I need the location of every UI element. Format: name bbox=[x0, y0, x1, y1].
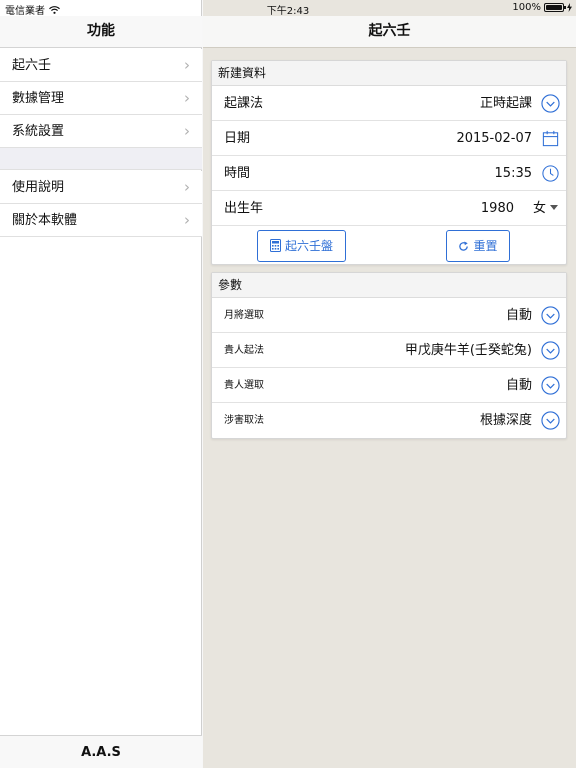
birth-year-label: 出生年 bbox=[224, 201, 264, 216]
gender-value: 女 bbox=[532, 201, 546, 216]
param-row-noble-select[interactable]: 貴人選取 自動 bbox=[212, 368, 566, 403]
dropdown-triangle-icon bbox=[550, 205, 558, 210]
chevron-down-circle-icon[interactable] bbox=[541, 411, 560, 430]
app-footer: A.A.S bbox=[0, 735, 202, 768]
param-row-month-general[interactable]: 月將選取 自動 bbox=[212, 298, 566, 333]
birth-year-row[interactable]: 出生年 1980 女 bbox=[212, 191, 566, 226]
sidebar-item-label: 使用說明 bbox=[12, 180, 65, 195]
chevron-right-icon: › bbox=[184, 178, 190, 196]
param-label: 月將選取 bbox=[224, 310, 264, 321]
params-card: 參數 月將選取 自動 貴人起法 甲戊庚牛羊(壬癸蛇兔) 貴人選取 自動 涉害取法… bbox=[211, 272, 567, 439]
param-row-harm-method[interactable]: 涉害取法 根據深度 bbox=[212, 403, 566, 438]
time-label: 時間 bbox=[224, 166, 251, 181]
master-pane: 功能 起六壬 › 數據管理 › 系統設置 › 使用說明 › 關於本軟體 › A.… bbox=[0, 0, 202, 768]
param-value: 甲戊庚牛羊(壬癸蛇兔) bbox=[404, 343, 532, 358]
param-label: 涉害取法 bbox=[224, 415, 264, 426]
sidebar-item-label: 系統設置 bbox=[12, 124, 65, 139]
date-label: 日期 bbox=[224, 131, 251, 146]
section-separator bbox=[0, 148, 202, 170]
param-label: 貴人起法 bbox=[224, 345, 264, 356]
method-value: 正時起課 bbox=[479, 96, 532, 111]
status-right: 100% bbox=[512, 2, 572, 13]
chevron-right-icon: › bbox=[184, 56, 190, 74]
page-title: 起六壬 bbox=[203, 16, 576, 48]
method-label: 起課法 bbox=[224, 96, 264, 111]
detail-pane: 起六壬 新建資料 起課法 正時起課 日期 2015-02-07 時間 15:35 bbox=[203, 0, 576, 768]
chevron-down-circle-icon[interactable] bbox=[541, 306, 560, 325]
sidebar-item-qi-liu-ren[interactable]: 起六壬 › bbox=[0, 49, 202, 82]
reset-label: 重置 bbox=[473, 239, 498, 253]
time-value: 15:35 bbox=[494, 166, 532, 181]
master-title: 功能 bbox=[0, 16, 202, 48]
chevron-right-icon: › bbox=[184, 122, 190, 140]
new-record-card: 新建資料 起課法 正時起課 日期 2015-02-07 時間 15:35 出生年… bbox=[211, 60, 567, 265]
action-row: 起六壬盤 重置 bbox=[212, 226, 566, 264]
date-row[interactable]: 日期 2015-02-07 bbox=[212, 121, 566, 156]
chevron-right-icon: › bbox=[184, 89, 190, 107]
param-value: 根據深度 bbox=[479, 413, 532, 428]
battery-fill bbox=[546, 5, 562, 10]
sidebar-item-label: 起六壬 bbox=[12, 58, 52, 73]
calendar-icon[interactable] bbox=[541, 129, 560, 148]
params-header: 參數 bbox=[212, 273, 566, 298]
param-value: 自動 bbox=[505, 308, 532, 323]
reset-button[interactable]: 重置 bbox=[446, 230, 510, 262]
charging-bolt-icon bbox=[567, 3, 572, 12]
date-value: 2015-02-07 bbox=[456, 131, 532, 146]
birth-year-value[interactable]: 1980 bbox=[481, 191, 514, 226]
gender-select[interactable]: 女 bbox=[533, 191, 558, 226]
calculator-icon bbox=[269, 239, 281, 252]
param-value: 自動 bbox=[505, 378, 532, 393]
battery-percent: 100% bbox=[512, 2, 541, 13]
battery-icon bbox=[544, 3, 566, 12]
sidebar-item-system-settings[interactable]: 系統設置 › bbox=[0, 115, 202, 148]
status-bar: 電信業者 下午2:43 100% bbox=[0, 0, 576, 17]
time-row[interactable]: 時間 15:35 bbox=[212, 156, 566, 191]
sidebar-item-data-management[interactable]: 數據管理 › bbox=[0, 82, 202, 115]
chevron-down-circle-icon[interactable] bbox=[541, 341, 560, 360]
chevron-down-circle-icon[interactable] bbox=[541, 376, 560, 395]
submit-label: 起六壬盤 bbox=[284, 239, 333, 253]
clock-icon[interactable] bbox=[541, 164, 560, 183]
sidebar-item-instructions[interactable]: 使用說明 › bbox=[0, 171, 202, 204]
status-time: 下午2:43 bbox=[266, 6, 310, 17]
chevron-right-icon: › bbox=[184, 211, 190, 229]
param-label: 貴人選取 bbox=[224, 380, 264, 391]
method-row[interactable]: 起課法 正時起課 bbox=[212, 86, 566, 121]
chevron-down-circle-icon[interactable] bbox=[541, 94, 560, 113]
new-record-header: 新建資料 bbox=[212, 61, 566, 86]
param-row-noble-method[interactable]: 貴人起法 甲戊庚牛羊(壬癸蛇兔) bbox=[212, 333, 566, 368]
sidebar-item-label: 關於本軟體 bbox=[12, 213, 78, 228]
submit-button[interactable]: 起六壬盤 bbox=[257, 230, 346, 262]
refresh-icon bbox=[459, 241, 469, 251]
sidebar-item-about[interactable]: 關於本軟體 › bbox=[0, 204, 202, 237]
sidebar-item-label: 數據管理 bbox=[12, 91, 65, 106]
